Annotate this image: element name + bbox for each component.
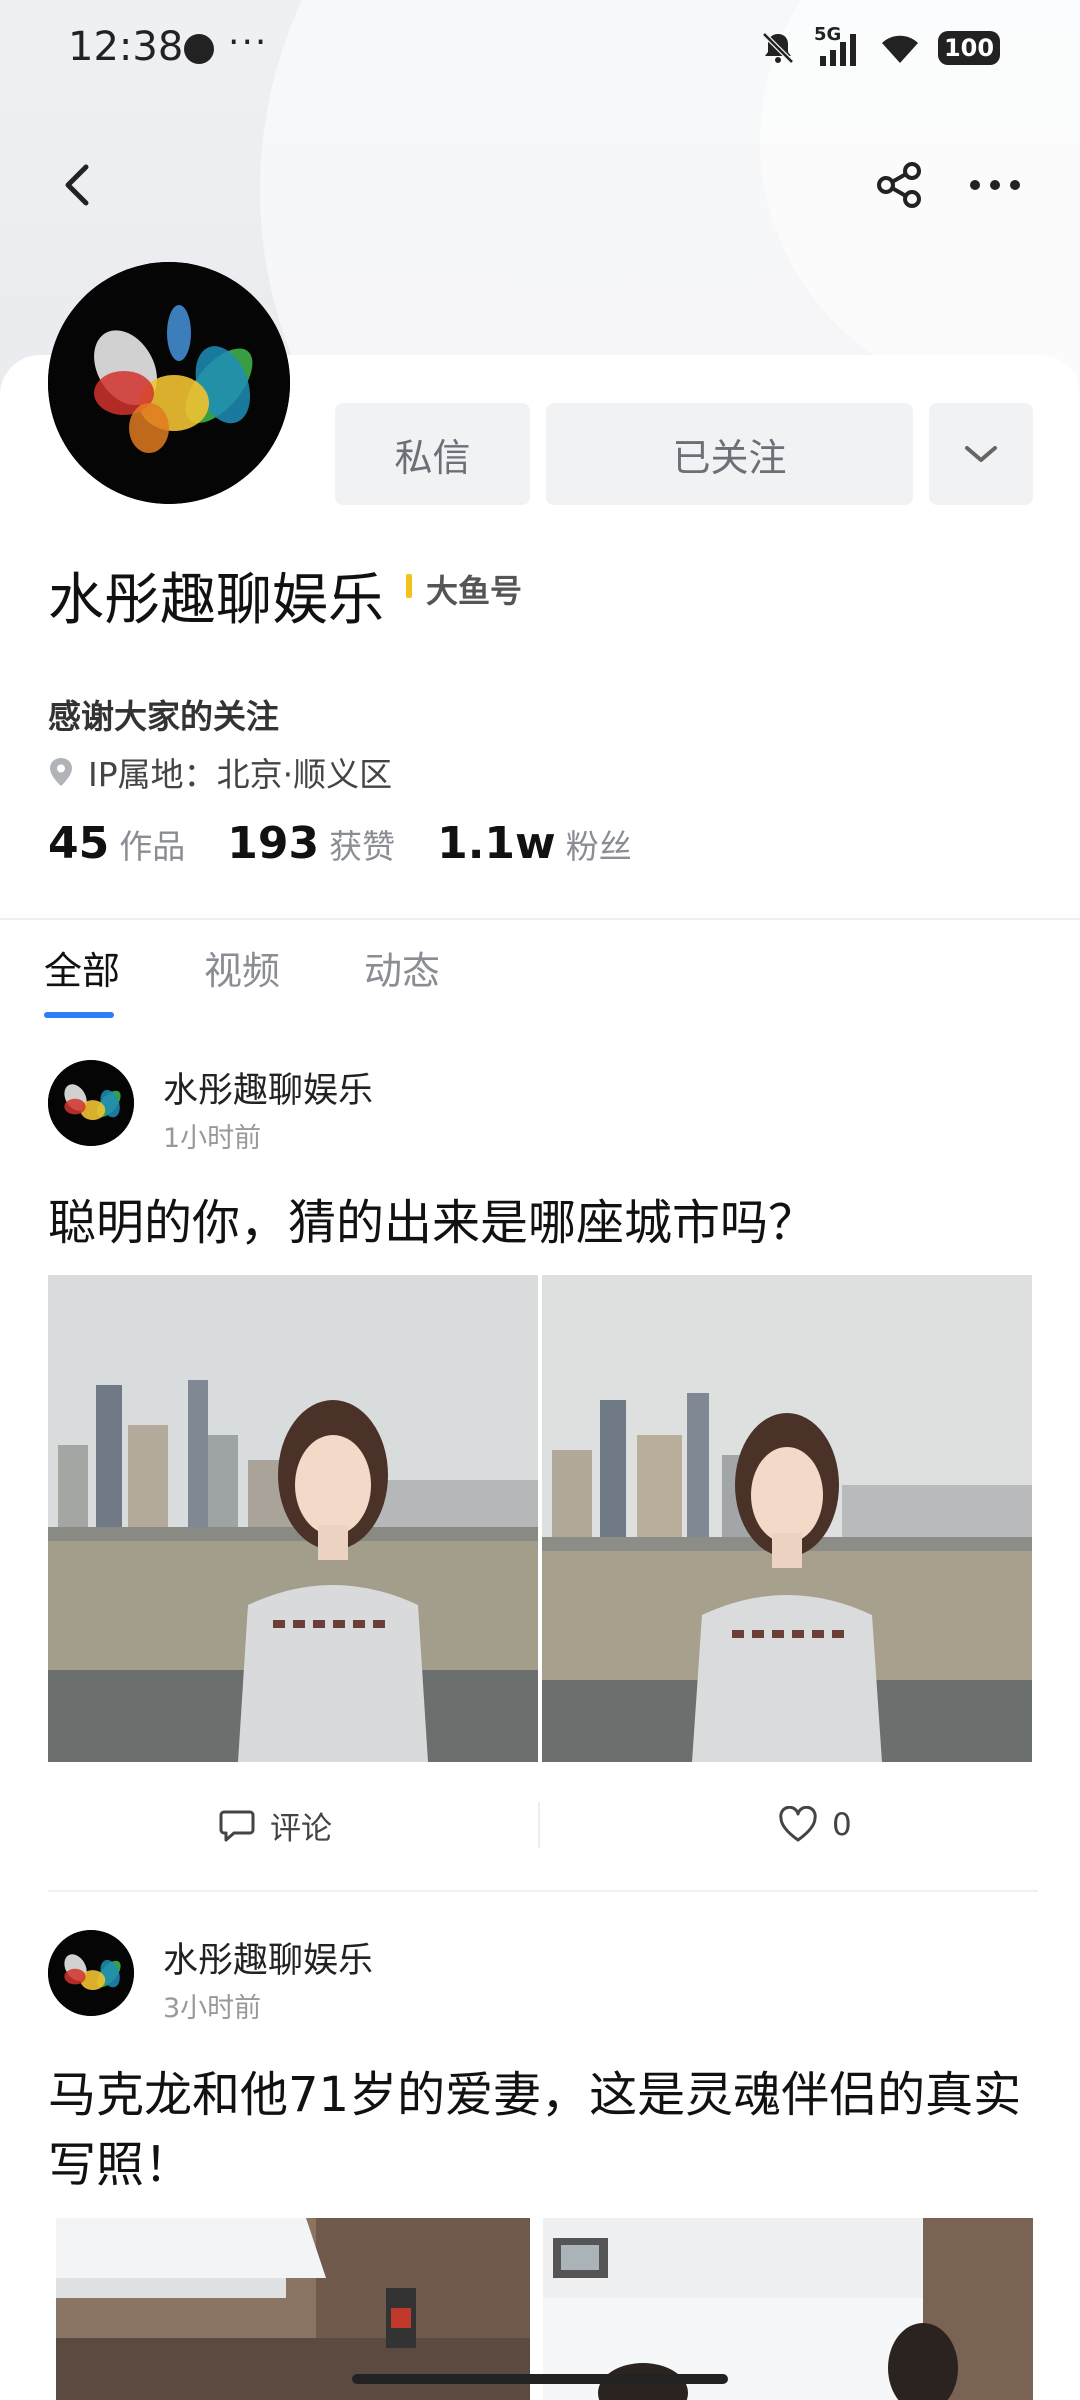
action-separator xyxy=(538,1802,540,1848)
city-portrait-photo xyxy=(542,1275,1032,1762)
post-timestamp: 1小时前 xyxy=(163,1123,262,1154)
stat-likes-label: 获赞 xyxy=(329,827,396,866)
city-portrait-photo xyxy=(48,1275,538,1762)
profile-name: 水彤趣聊娱乐 xyxy=(48,568,384,633)
content-tabs: 全部 视频 动态 xyxy=(44,940,440,995)
stat-works-count: 45 xyxy=(48,818,110,869)
status-more-indicator: ··· xyxy=(228,22,269,63)
message-button[interactable]: 私信 xyxy=(335,403,530,505)
status-bar: 12:38 ··· 5G 100 xyxy=(0,0,1080,100)
tab-all[interactable]: 全部 xyxy=(44,940,120,995)
signal-icon: 5G xyxy=(814,24,862,66)
wifi-icon xyxy=(882,35,918,63)
more-horizontal-icon xyxy=(970,180,1020,190)
comment-icon xyxy=(219,1810,255,1842)
section-divider xyxy=(0,918,1080,920)
like-count: 0 xyxy=(832,1807,852,1843)
post-divider xyxy=(48,1890,1038,1892)
home-indicator[interactable] xyxy=(352,2374,728,2384)
color-burst-logo xyxy=(48,1060,134,1146)
post-title[interactable]: 马克龙和他71岁的爱妻，这是灵魂伴侣的真实写照！ xyxy=(48,2060,1038,2200)
status-right-icons: 5G 100 xyxy=(760,24,1000,66)
stat-likes[interactable]: 193 获赞 xyxy=(227,818,395,869)
post-actions: 评论 0 xyxy=(48,1790,1033,1860)
badge-marker xyxy=(406,574,412,598)
follow-button[interactable]: 已关注 xyxy=(546,403,913,505)
comment-button[interactable]: 评论 xyxy=(218,1790,332,1860)
heart-icon xyxy=(779,1806,817,1842)
post-timestamp: 3小时前 xyxy=(163,1993,262,2024)
yacht-photo xyxy=(543,2218,1033,2400)
stat-works-label: 作品 xyxy=(119,827,186,866)
color-burst-logo xyxy=(48,262,290,504)
battery-level: 100 xyxy=(943,34,995,62)
like-button[interactable]: 0 xyxy=(778,1790,852,1860)
location-pin-icon xyxy=(50,758,72,786)
back-button[interactable] xyxy=(50,155,110,215)
post-author-avatar[interactable] xyxy=(48,1060,134,1146)
yacht-photo xyxy=(56,2218,530,2400)
status-time: 12:38 xyxy=(68,24,184,70)
more-button[interactable] xyxy=(965,155,1025,215)
post-author-name[interactable]: 水彤趣聊娱乐 xyxy=(163,1062,373,1113)
ip-location: IP属地：北京·顺义区 xyxy=(88,755,393,794)
clock-status-icon xyxy=(184,34,214,64)
chevron-down-icon xyxy=(965,446,997,462)
ip-location-row: IP属地：北京·顺义区 xyxy=(48,748,392,796)
share-button[interactable] xyxy=(870,155,930,215)
follow-button-label: 已关注 xyxy=(672,435,787,480)
post-title[interactable]: 聪明的你，猜的出来是哪座城市吗？ xyxy=(48,1188,1038,1258)
post-image[interactable] xyxy=(56,2218,530,2400)
share-icon xyxy=(877,162,921,208)
mute-bell-icon xyxy=(762,32,794,64)
chevron-left-icon xyxy=(65,164,89,206)
message-button-label: 私信 xyxy=(394,435,471,480)
battery-icon: 100 xyxy=(938,31,1000,65)
color-burst-logo xyxy=(48,1930,134,2016)
post-author-name[interactable]: 水彤趣聊娱乐 xyxy=(163,1932,373,1983)
tab-moments[interactable]: 动态 xyxy=(364,940,440,995)
post-image[interactable] xyxy=(543,2218,1033,2400)
nav-bar xyxy=(0,140,1080,230)
tab-videos[interactable]: 视频 xyxy=(204,940,280,995)
post-image[interactable] xyxy=(542,1275,1032,1762)
stat-likes-count: 193 xyxy=(227,818,320,869)
profile-avatar[interactable] xyxy=(48,262,290,504)
post-image[interactable] xyxy=(48,1275,538,1762)
profile-stats: 45 作品 193 获赞 1.1w 粉丝 xyxy=(48,818,632,869)
stat-works[interactable]: 45 作品 xyxy=(48,818,185,869)
stat-fans-count: 1.1w xyxy=(437,818,556,869)
stat-fans[interactable]: 1.1w 粉丝 xyxy=(437,818,632,869)
comment-label: 评论 xyxy=(270,1810,332,1847)
post-author-avatar[interactable] xyxy=(48,1930,134,2016)
network-type: 5G xyxy=(814,24,842,45)
account-badge: 大鱼号 xyxy=(426,572,523,610)
tab-active-indicator xyxy=(44,1012,114,1018)
expand-button[interactable] xyxy=(929,403,1033,505)
stat-fans-label: 粉丝 xyxy=(565,827,632,866)
profile-bio: 感谢大家的关注 xyxy=(48,697,279,736)
